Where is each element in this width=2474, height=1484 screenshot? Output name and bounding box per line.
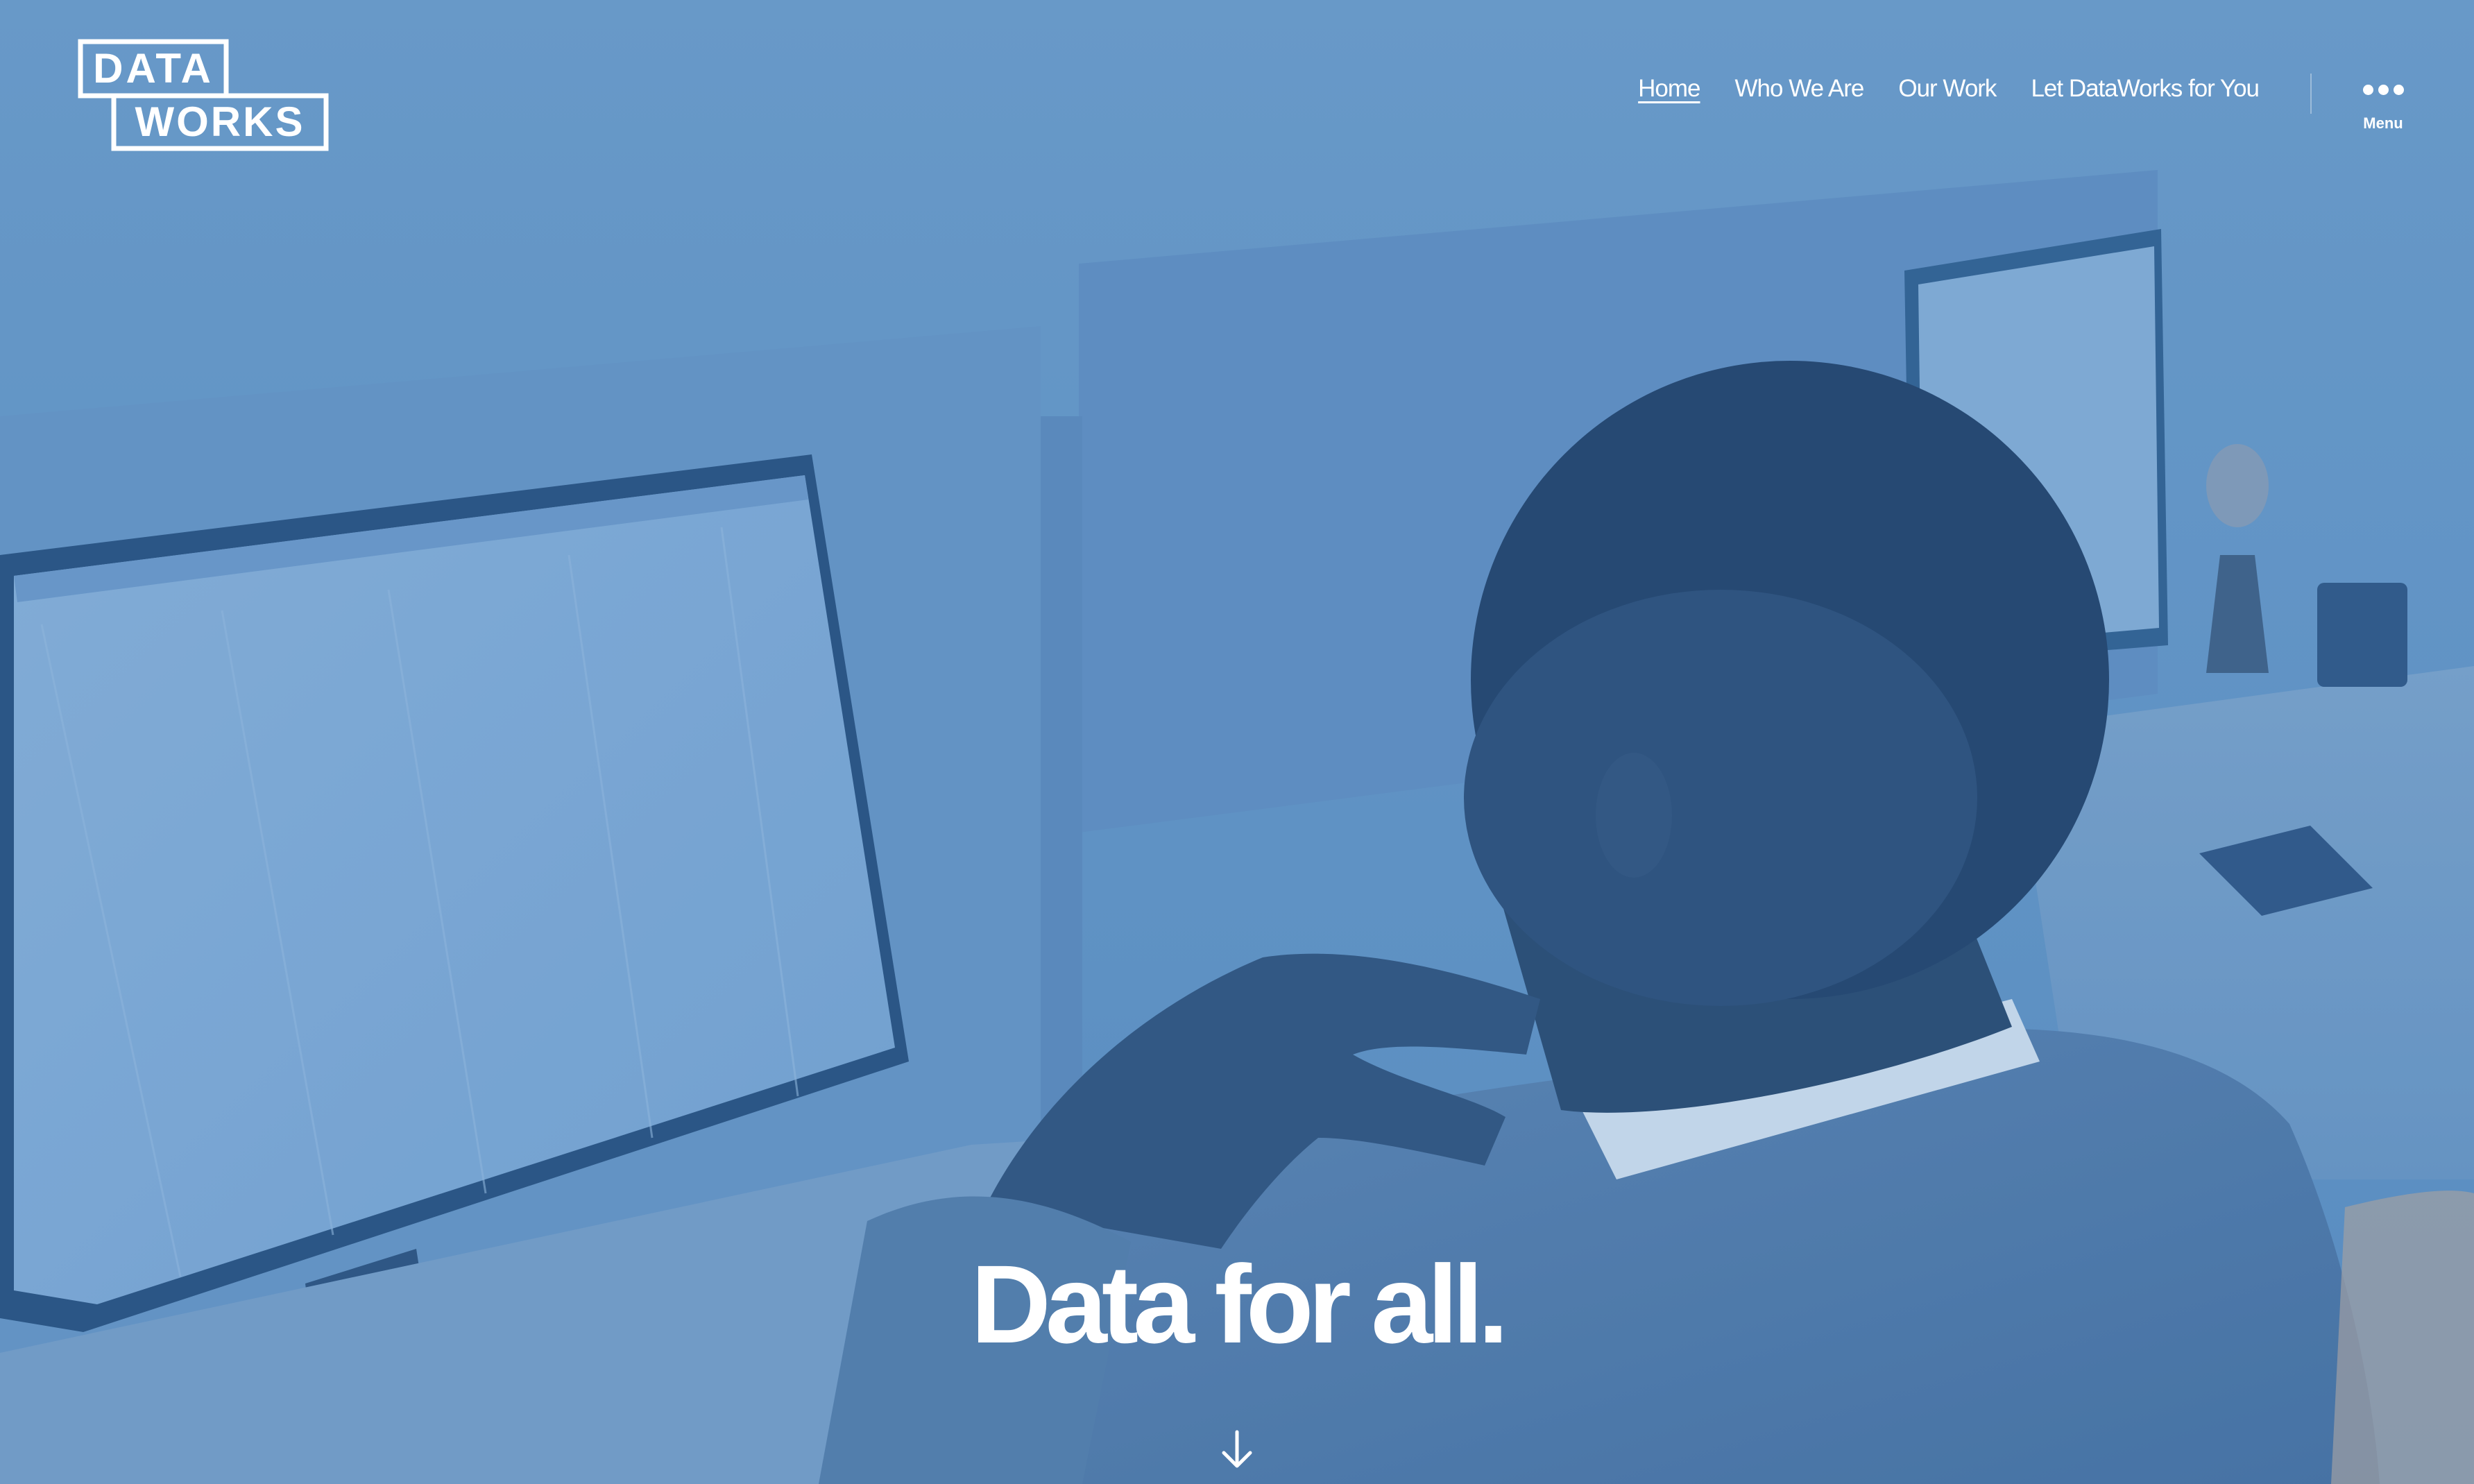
logo-line2: WORKS — [135, 99, 305, 145]
menu-label: Menu — [2363, 114, 2403, 132]
menu-button[interactable]: Menu — [2352, 78, 2414, 147]
page: DATA WORKS Home Who We Are Our Work Let … — [0, 0, 2474, 1484]
nav-item-our-work[interactable]: Our Work — [1898, 75, 1997, 103]
nav-divider — [2310, 74, 2312, 114]
dataworks-logo-icon: DATA WORKS — [78, 39, 329, 151]
site-header: DATA WORKS Home Who We Are Our Work Let … — [0, 0, 2474, 180]
nav-item-home[interactable]: Home — [1638, 75, 1700, 103]
scroll-down-button[interactable] — [1220, 1429, 1254, 1471]
site-logo[interactable]: DATA WORKS — [78, 39, 329, 151]
hero-title: Data for all. — [971, 1242, 1508, 1366]
nav-item-who-we-are[interactable]: Who We Are — [1735, 75, 1865, 103]
nav-item-let-dataworks-for-you[interactable]: Let DataWorks for You — [2031, 75, 2260, 103]
primary-nav: Home Who We Are Our Work Let DataWorks f… — [1638, 75, 2260, 103]
logo-line1: DATA — [93, 45, 214, 92]
arrow-down-icon — [1222, 1430, 1252, 1468]
more-dots-icon — [2352, 85, 2414, 95]
